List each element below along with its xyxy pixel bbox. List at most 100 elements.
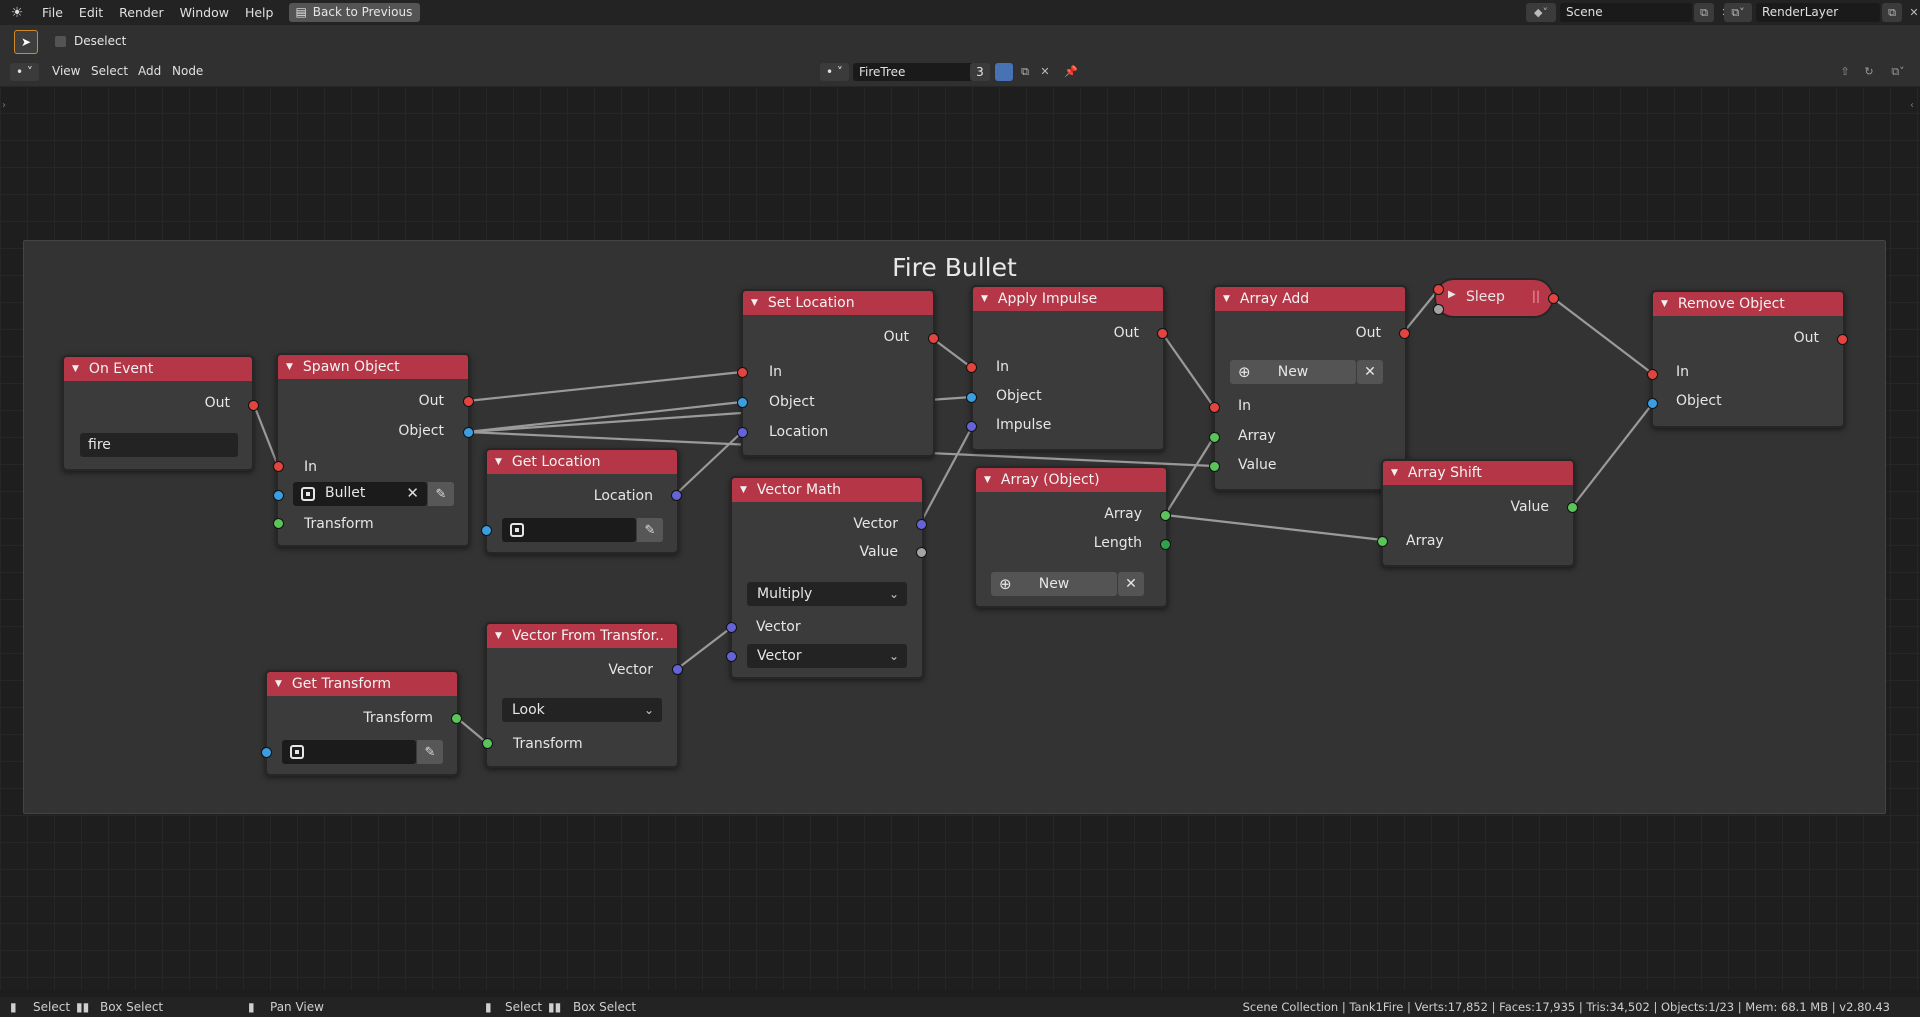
- collapse-icon[interactable]: ▼: [495, 631, 502, 641]
- select-tool-icon[interactable]: ➤: [14, 30, 38, 54]
- snap-settings-icon[interactable]: ⧉˅: [1884, 63, 1912, 81]
- socket-object-in[interactable]: [273, 490, 284, 501]
- socket-out[interactable]: [463, 396, 474, 407]
- socket-impulse-in[interactable]: [966, 421, 977, 432]
- node-array-object[interactable]: ▼ Array (Object) Array Length ⊕ New ✕: [974, 466, 1168, 608]
- node-get-location[interactable]: ▼ Get Location Location ✎: [485, 448, 679, 554]
- node-tree-type-icon[interactable]: • ˅: [820, 63, 849, 81]
- node-get-transform[interactable]: ▼ Get Transform Transform ✎: [265, 670, 459, 776]
- socket-location[interactable]: [671, 490, 682, 501]
- render-layer-type-icon[interactable]: ⧉˅: [1724, 3, 1752, 22]
- node-array-add[interactable]: ▼ Array Add Out ⊕ New ✕ In Array Value: [1213, 285, 1407, 491]
- eyedropper-icon[interactable]: ✎: [417, 740, 443, 764]
- new-button[interactable]: ⊕ New: [991, 572, 1117, 596]
- node-remove-object[interactable]: ▼ Remove Object Out In Object: [1651, 290, 1845, 428]
- clear-icon[interactable]: ✕: [406, 484, 419, 502]
- node-vector-from-transform[interactable]: ▼ Vector From Transfor.. Vector Look ⌄ Tra…: [485, 622, 679, 768]
- unlink-icon[interactable]: ✕: [1118, 572, 1144, 596]
- node-set-location[interactable]: ▼ Set Location Out In Object Location: [741, 289, 935, 457]
- mode-dropdown[interactable]: Look ⌄: [502, 698, 662, 722]
- fake-user-icon[interactable]: [995, 63, 1013, 81]
- render-layer-name-field[interactable]: RenderLayer: [1756, 3, 1880, 22]
- parent-tree-icon[interactable]: ⇧: [1836, 63, 1854, 81]
- node-apply-impulse[interactable]: ▼ Apply Impulse Out In Object Impulse: [971, 285, 1165, 451]
- menu-edit[interactable]: Edit: [71, 0, 111, 25]
- header-menu-node[interactable]: Node: [172, 64, 203, 78]
- socket-out[interactable]: [1157, 328, 1168, 339]
- socket-array-in[interactable]: [1209, 432, 1220, 443]
- socket-object[interactable]: [463, 427, 474, 438]
- back-to-previous-button[interactable]: ▤ Back to Previous: [289, 3, 421, 22]
- socket-vector-in[interactable]: [726, 622, 737, 633]
- socket-object-in[interactable]: [481, 525, 492, 536]
- collapse-icon[interactable]: ▶: [1448, 289, 1456, 300]
- duplicate-tree-icon[interactable]: ⧉: [1016, 63, 1034, 81]
- socket-vector-in-2[interactable]: [726, 651, 737, 662]
- toolbar-expand-icon[interactable]: ›: [2, 100, 6, 111]
- collapse-icon[interactable]: ▼: [1223, 294, 1230, 304]
- socket-in[interactable]: [737, 367, 748, 378]
- header-menu-view[interactable]: View: [52, 64, 80, 78]
- unlink-tree-icon[interactable]: ✕: [1036, 63, 1054, 81]
- socket-transform[interactable]: [451, 713, 462, 724]
- socket-object-in[interactable]: [261, 747, 272, 758]
- node-sleep[interactable]: ▶ Sleep ||: [1434, 278, 1554, 318]
- vector-mode-dropdown[interactable]: Vector ⌄: [747, 644, 907, 668]
- socket-value-out[interactable]: [916, 547, 927, 558]
- collapse-icon[interactable]: ▼: [495, 457, 502, 467]
- socket-in[interactable]: [1209, 402, 1220, 413]
- sidebar-expand-icon[interactable]: ‹: [1910, 100, 1914, 111]
- socket-location-in[interactable]: [737, 427, 748, 438]
- node-on-event[interactable]: ▼ On Event Out fire: [62, 355, 254, 471]
- eyedropper-icon[interactable]: ✎: [428, 482, 454, 506]
- socket-value-out[interactable]: [1567, 502, 1578, 513]
- socket-in[interactable]: [1647, 369, 1658, 380]
- object-field[interactable]: [502, 518, 636, 542]
- render-layer-close-icon[interactable]: ✕: [1904, 3, 1920, 22]
- new-button[interactable]: ⊕ New: [1230, 360, 1356, 384]
- object-field[interactable]: [282, 740, 416, 764]
- object-field[interactable]: Bullet ✕: [293, 482, 427, 506]
- pin-icon[interactable]: 📌: [1062, 63, 1080, 81]
- socket-in[interactable]: [1433, 284, 1444, 295]
- socket-transform-in[interactable]: [482, 738, 493, 749]
- collapse-icon[interactable]: ▼: [286, 362, 293, 372]
- collapse-icon[interactable]: ▼: [72, 364, 79, 374]
- render-layer-copy-icon[interactable]: ⧉: [1882, 3, 1902, 22]
- socket-out[interactable]: [1837, 334, 1848, 345]
- socket-object-in[interactable]: [737, 397, 748, 408]
- socket-out[interactable]: [1548, 293, 1559, 304]
- collapse-icon[interactable]: ▼: [984, 475, 991, 485]
- menu-help[interactable]: Help: [237, 0, 282, 25]
- menu-window[interactable]: Window: [172, 0, 237, 25]
- blender-logo-icon[interactable]: ☀: [0, 0, 34, 25]
- socket-in[interactable]: [966, 362, 977, 373]
- menu-file[interactable]: File: [34, 0, 71, 25]
- node-tree-name-field[interactable]: FireTree: [853, 63, 975, 81]
- socket-transform[interactable]: [273, 518, 284, 529]
- menu-render[interactable]: Render: [111, 0, 172, 25]
- socket-out[interactable]: [928, 333, 939, 344]
- socket-vector-out[interactable]: [916, 519, 927, 530]
- header-menu-add[interactable]: Add: [138, 64, 161, 78]
- users-count[interactable]: 3: [970, 63, 990, 81]
- scene-name-field[interactable]: Scene: [1560, 3, 1692, 22]
- collapse-icon[interactable]: ▼: [1661, 299, 1668, 309]
- socket-out[interactable]: [248, 400, 259, 411]
- operation-dropdown[interactable]: Multiply ⌄: [747, 582, 907, 606]
- socket-vector[interactable]: [672, 664, 683, 675]
- scene-copy-icon[interactable]: ⧉: [1694, 3, 1714, 22]
- socket-object-in[interactable]: [966, 392, 977, 403]
- collapse-icon[interactable]: ▼: [1391, 468, 1398, 478]
- socket-array-out[interactable]: [1160, 510, 1171, 521]
- eyedropper-icon[interactable]: ✎: [637, 518, 663, 542]
- snap-icon[interactable]: ↻: [1860, 63, 1878, 81]
- collapse-icon[interactable]: ▼: [751, 298, 758, 308]
- editor-type-icon[interactable]: • ˅: [10, 63, 39, 81]
- socket-duration[interactable]: [1433, 304, 1444, 315]
- socket-out[interactable]: [1399, 328, 1410, 339]
- node-array-shift[interactable]: ▼ Array Shift Value Array: [1381, 459, 1575, 567]
- socket-in[interactable]: [273, 461, 284, 472]
- event-name-field[interactable]: fire: [80, 433, 238, 457]
- scene-type-icon[interactable]: ◆˅: [1526, 3, 1556, 22]
